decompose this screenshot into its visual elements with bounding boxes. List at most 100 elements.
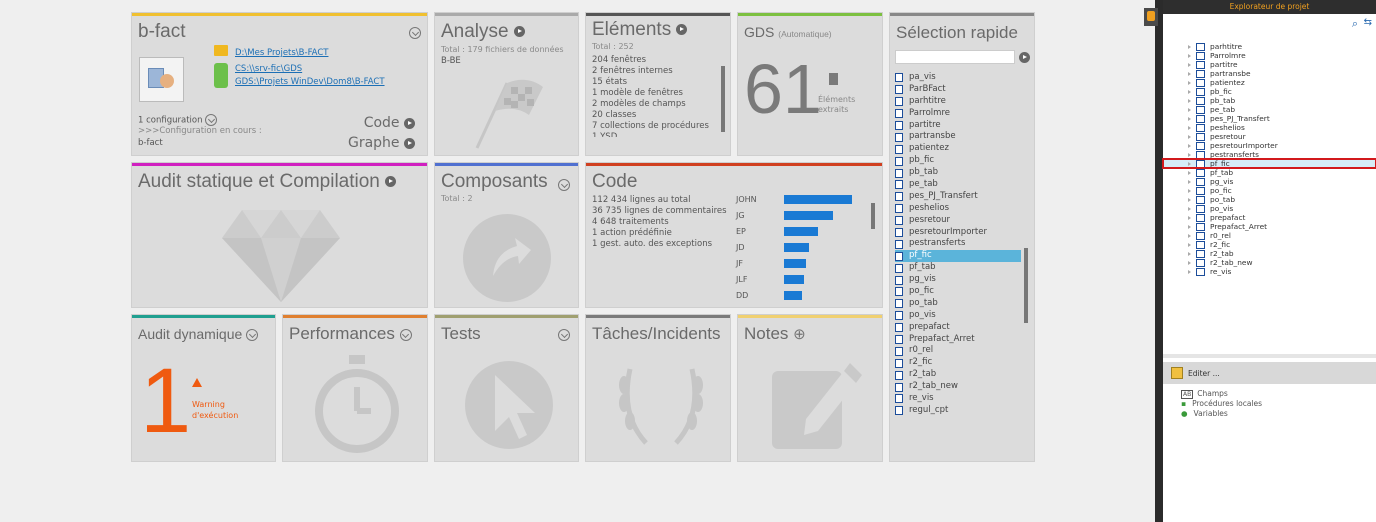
tile-analyse[interactable]: Analyse Total : 179 fichiers de données …: [434, 12, 579, 156]
explorer-item[interactable]: pesretourImporter: [1163, 141, 1376, 150]
selection-item[interactable]: patientez: [895, 143, 1021, 155]
expand-arrow-icon[interactable]: [1188, 89, 1191, 94]
explorer-item[interactable]: partitre: [1163, 60, 1376, 69]
expand-arrow-icon[interactable]: [1188, 215, 1191, 220]
selection-item[interactable]: re_vis: [895, 393, 1021, 405]
selection-item[interactable]: partitre: [895, 120, 1021, 132]
expand-icon[interactable]: [558, 179, 570, 191]
sync-icon[interactable]: ⇆: [1364, 17, 1372, 28]
expand-arrow-icon[interactable]: [1188, 188, 1191, 193]
selection-item[interactable]: peshelios: [895, 203, 1021, 215]
selection-item[interactable]: pb_tab: [895, 167, 1021, 179]
expand-icon[interactable]: [246, 329, 259, 342]
explorer-item[interactable]: pf_tab: [1163, 168, 1376, 177]
tile-notes[interactable]: Notes ⊕: [737, 314, 883, 462]
selection-item[interactable]: r0_rel: [895, 345, 1021, 357]
path-link-project[interactable]: GDS:\Projets WinDev\Dom8\B-FACT: [235, 77, 385, 87]
explorer-item[interactable]: patientez: [1163, 78, 1376, 87]
tile-tests[interactable]: Tests: [434, 314, 579, 462]
expand-arrow-icon[interactable]: [1188, 206, 1191, 211]
selection-item[interactable]: pf_fic: [895, 250, 1021, 263]
tile-code[interactable]: Code 112 434 lignes au total 36 735 lign…: [585, 162, 883, 308]
explorer-item[interactable]: pf_fic: [1162, 158, 1376, 169]
config-expand-icon[interactable]: [205, 114, 218, 126]
fields-item[interactable]: AB Champs: [1181, 389, 1262, 399]
selection-item[interactable]: pb_fic: [895, 155, 1021, 167]
add-note-icon[interactable]: ⊕: [793, 326, 806, 343]
selection-item[interactable]: ParBFact: [895, 84, 1021, 96]
explorer-item[interactable]: pe_tab: [1163, 105, 1376, 114]
expand-arrow-icon[interactable]: [1188, 116, 1191, 121]
explorer-item[interactable]: partransbe: [1163, 69, 1376, 78]
scrollbar[interactable]: [721, 66, 725, 132]
explorer-item[interactable]: pb_fic: [1163, 87, 1376, 96]
selection-item[interactable]: Parrolmre: [895, 108, 1021, 120]
explorer-item[interactable]: parhtitre: [1163, 42, 1376, 51]
selection-item[interactable]: pestransferts: [895, 238, 1021, 250]
selection-item[interactable]: pf_tab: [895, 262, 1021, 274]
tile-performances[interactable]: Performances: [282, 314, 428, 462]
expand-arrow-icon[interactable]: [1188, 125, 1191, 130]
expand-arrow-icon[interactable]: [1188, 107, 1191, 112]
explorer-item[interactable]: pes_PJ_Transfert: [1163, 114, 1376, 123]
expand-arrow-icon[interactable]: [1188, 161, 1191, 166]
variables-item[interactable]: ● Variables: [1181, 409, 1262, 419]
expand-arrow-icon[interactable]: [1188, 62, 1191, 67]
explorer-item[interactable]: r2_tab: [1163, 249, 1376, 258]
selection-item[interactable]: po_vis: [895, 310, 1021, 322]
expand-arrow-icon[interactable]: [1188, 143, 1191, 148]
code-link[interactable]: Code: [364, 115, 415, 131]
tile-elements[interactable]: Eléments Total : 252 204 fenêtres 2 fenê…: [585, 12, 731, 156]
expand-arrow-icon[interactable]: [1188, 197, 1191, 202]
selection-item[interactable]: regul_cpt: [895, 405, 1021, 417]
selection-item[interactable]: r2_tab: [895, 369, 1021, 381]
selection-item[interactable]: pa_vis: [895, 72, 1021, 84]
tile-bfact[interactable]: b-fact D:\Mes Projets\B-FACT CS:\\srv-fi…: [131, 12, 428, 156]
lock-icon[interactable]: [1144, 8, 1158, 26]
expand-icon[interactable]: [558, 329, 570, 341]
tile-gds[interactable]: GDS (Automatique) 61 Éléments extraits: [737, 12, 883, 156]
expand-arrow-icon[interactable]: [1188, 233, 1191, 238]
local-procedures-item[interactable]: ▪ Procédures locales: [1181, 399, 1262, 409]
explorer-item[interactable]: pesretour: [1163, 132, 1376, 141]
explorer-item[interactable]: Parrolmre: [1163, 51, 1376, 60]
selection-item[interactable]: po_tab: [895, 298, 1021, 310]
expand-arrow-icon[interactable]: [1188, 53, 1191, 58]
explorer-item[interactable]: r2_fic: [1163, 240, 1376, 249]
selection-item[interactable]: po_fic: [895, 286, 1021, 298]
explorer-item[interactable]: pb_tab: [1163, 96, 1376, 105]
selection-item[interactable]: r2_tab_new: [895, 381, 1021, 393]
expand-arrow-icon[interactable]: [1188, 98, 1191, 103]
explorer-item[interactable]: r0_rel: [1163, 231, 1376, 240]
expand-arrow-icon[interactable]: [1188, 152, 1191, 157]
explorer-item[interactable]: po_tab: [1163, 195, 1376, 204]
selection-search-input[interactable]: [895, 50, 1015, 64]
explorer-item[interactable]: re_vis: [1163, 267, 1376, 276]
tile-composants[interactable]: Composants Total : 2: [434, 162, 579, 308]
explorer-item[interactable]: r2_tab_new: [1163, 258, 1376, 267]
expand-arrow-icon[interactable]: [1188, 44, 1191, 49]
explorer-item[interactable]: pg_vis: [1163, 177, 1376, 186]
search-icon[interactable]: ⌕: [1352, 17, 1358, 31]
tile-selection-rapide[interactable]: Sélection rapide pa_vis ParBFact parhtitre…: [889, 12, 1035, 462]
expand-arrow-icon[interactable]: [1188, 224, 1191, 229]
selection-item[interactable]: pesretourImporter: [895, 227, 1021, 239]
tile-taches[interactable]: Tâches/Incidents: [585, 314, 731, 462]
expand-arrow-icon[interactable]: [1188, 179, 1191, 184]
explorer-item[interactable]: pestransferts: [1163, 150, 1376, 159]
selection-item[interactable]: pes_PJ_Transfert: [895, 191, 1021, 203]
explorer-edit-bar[interactable]: Editer ...: [1163, 362, 1376, 384]
selection-item[interactable]: Prepafact_Arret: [895, 334, 1021, 346]
selection-item[interactable]: prepafact: [895, 322, 1021, 334]
expand-arrow-icon[interactable]: [1188, 269, 1191, 274]
graphe-link[interactable]: Graphe: [348, 135, 415, 151]
explorer-item[interactable]: po_vis: [1163, 204, 1376, 213]
selection-item[interactable]: parhtitre: [895, 96, 1021, 108]
tile-audit-statique[interactable]: Audit statique et Compilation: [131, 162, 428, 308]
expand-icon[interactable]: [409, 27, 421, 39]
explorer-item[interactable]: po_fic: [1163, 186, 1376, 195]
expand-arrow-icon[interactable]: [1188, 260, 1191, 265]
expand-arrow-icon[interactable]: [1188, 170, 1191, 175]
selection-item[interactable]: pesretour: [895, 215, 1021, 227]
scrollbar[interactable]: [871, 203, 875, 229]
